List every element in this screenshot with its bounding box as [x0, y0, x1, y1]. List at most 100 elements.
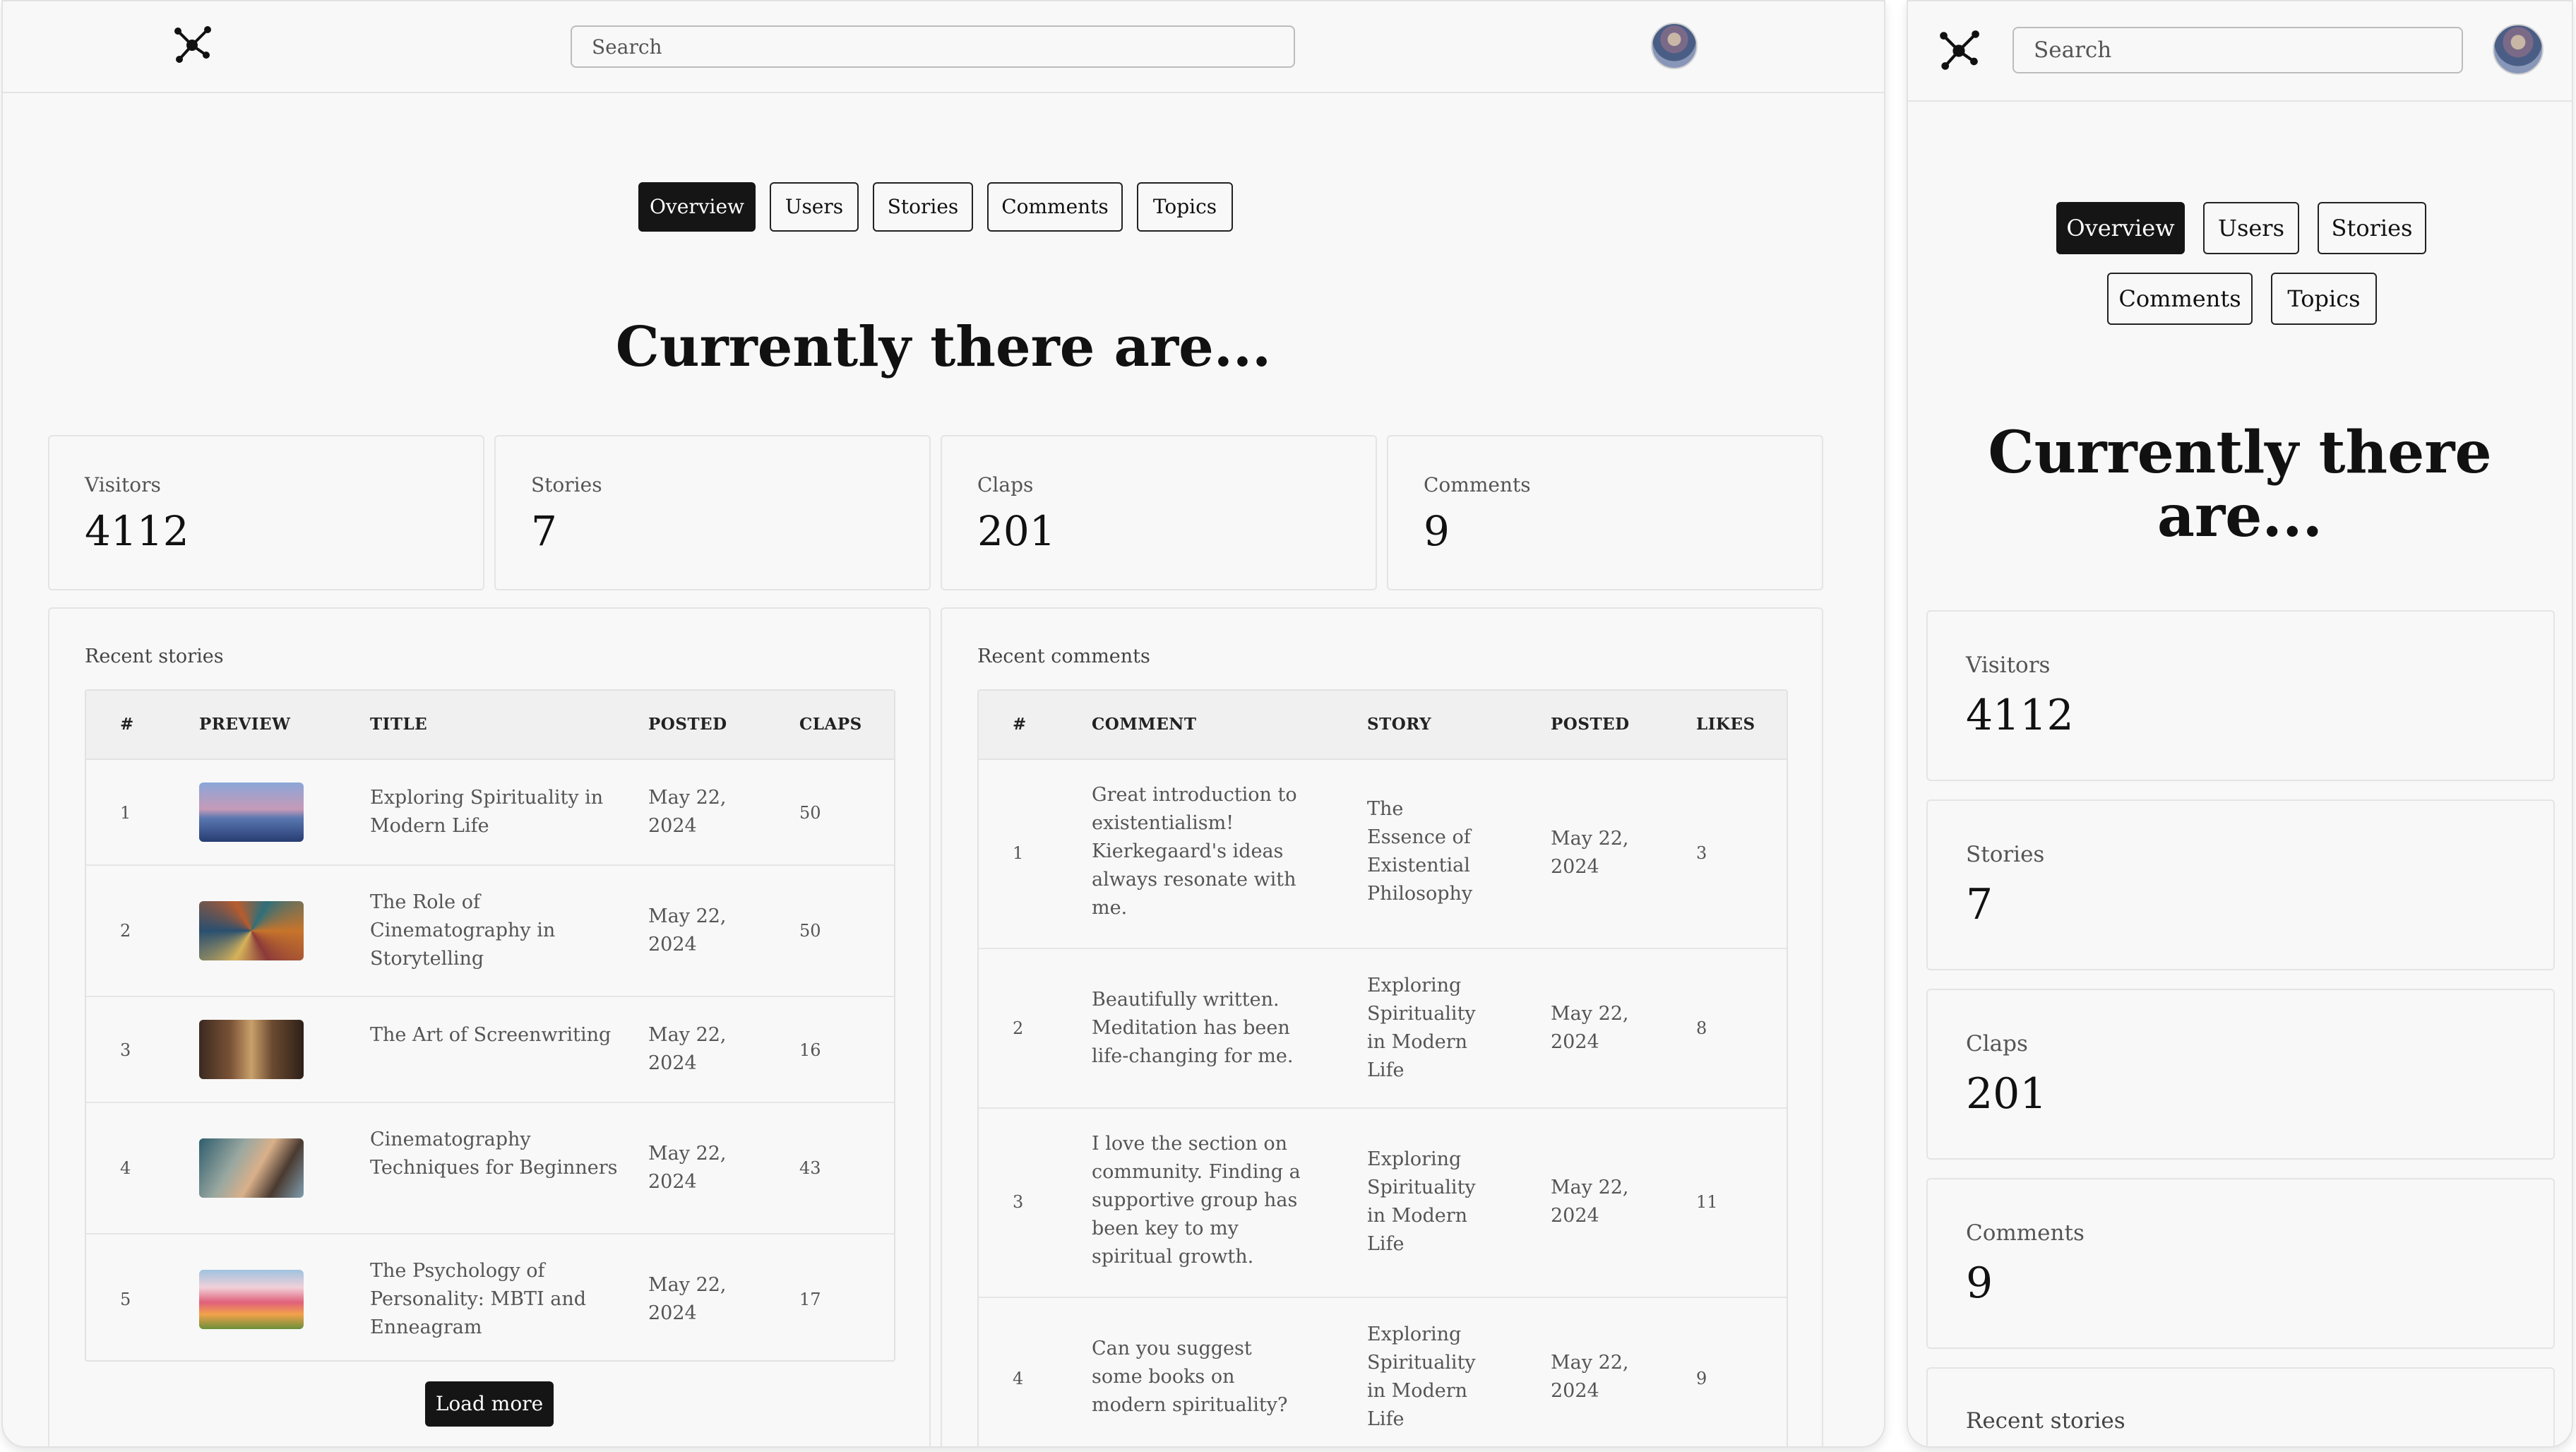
- tab-overview[interactable]: Overview: [638, 182, 756, 232]
- posted-date: May 22, 2024: [1551, 1003, 1629, 1053]
- row-number: 2: [1013, 1018, 1024, 1038]
- table-row[interactable]: 2 The Role of Cinematography in Storytel…: [86, 866, 894, 997]
- stat-card-comments: Comments 9: [1926, 1178, 2555, 1349]
- mobile-window: Overview Users Stories Comments Topics C…: [1907, 0, 2573, 1448]
- col-header: #: [120, 715, 134, 734]
- comment-text: Great introduction to existentialism! Ki…: [1092, 784, 1297, 919]
- table-row[interactable]: 4 Cinematography Techniques for Beginner…: [86, 1103, 894, 1234]
- stat-label: Visitors: [85, 473, 161, 496]
- stat-value: 4112: [1966, 691, 2074, 740]
- table-row[interactable]: 4 Can you suggest some books on modern s…: [979, 1298, 1787, 1446]
- col-header: CLAPS: [799, 715, 862, 734]
- posted-date: May 22, 2024: [1551, 828, 1629, 878]
- table-row[interactable]: 3 I love the section on community. Findi…: [979, 1109, 1787, 1298]
- tab-stories[interactable]: Stories: [2318, 202, 2426, 254]
- stat-label: Stories: [1966, 842, 2045, 867]
- stat-value: 7: [531, 507, 557, 555]
- stat-label: Visitors: [1966, 653, 2051, 678]
- story-link[interactable]: The Essence of Existential Philosophy: [1367, 795, 1487, 908]
- col-header: TITLE: [370, 715, 428, 734]
- tab-comments[interactable]: Comments: [2107, 273, 2253, 325]
- table-row[interactable]: 1 Great introduction to existentialism! …: [979, 760, 1787, 949]
- likes-count: 11: [1696, 1192, 1718, 1212]
- claps-count: 43: [799, 1158, 821, 1178]
- posted-date: May 22, 2024: [648, 1024, 727, 1074]
- avatar[interactable]: [2493, 24, 2544, 75]
- recent-stories-panel: Recent stories: [1926, 1367, 2555, 1446]
- stat-card-stories: Stories 7: [494, 435, 931, 590]
- posted-date: May 22, 2024: [1551, 1177, 1629, 1227]
- tab-topics[interactable]: Topics: [2271, 273, 2377, 325]
- page-title: Currently there are...: [615, 315, 1272, 379]
- stat-value: 201: [977, 507, 1056, 555]
- comment-text: Beautifully written. Meditation has been…: [1092, 989, 1294, 1067]
- story-title[interactable]: Cinematography Techniques for Beginners: [370, 1126, 624, 1182]
- tab-overview[interactable]: Overview: [2056, 202, 2185, 254]
- search-input[interactable]: [571, 25, 1295, 68]
- row-number: 2: [120, 921, 131, 941]
- avatar[interactable]: [1651, 23, 1698, 69]
- tab-users[interactable]: Users: [770, 182, 859, 232]
- row-number: 4: [1013, 1369, 1024, 1388]
- table-row[interactable]: 2 Beautifully written. Meditation has be…: [979, 949, 1787, 1109]
- stat-card-visitors: Visitors 4112: [48, 435, 484, 590]
- logo-icon[interactable]: [172, 25, 212, 65]
- story-link[interactable]: Exploring Spirituality in Modern Life: [1367, 972, 1487, 1085]
- col-header: COMMENT: [1092, 715, 1197, 734]
- top-header: [3, 1, 1884, 93]
- recent-stories-panel: Recent stories # PREVIEW TITLE POSTED CL…: [48, 607, 931, 1446]
- tab-stories[interactable]: Stories: [873, 182, 973, 232]
- posted-date: May 22, 2024: [1551, 1352, 1629, 1402]
- comments-table: # COMMENT STORY POSTED LIKES 1 Great int…: [977, 689, 1788, 1446]
- tab-comments[interactable]: Comments: [987, 182, 1123, 232]
- story-link[interactable]: Exploring Spirituality in Modern Life: [1367, 1145, 1487, 1258]
- stat-card-claps: Claps 201: [941, 435, 1377, 590]
- stat-card-claps: Claps 201: [1926, 989, 2555, 1160]
- stat-label: Claps: [1966, 1031, 2028, 1057]
- story-link[interactable]: Exploring Spirituality in Modern Life: [1367, 1321, 1487, 1434]
- stat-value: 9: [1424, 507, 1450, 555]
- story-title[interactable]: The Art of Screenwriting: [370, 1021, 624, 1049]
- story-title[interactable]: The Role of Cinematography in Storytelli…: [370, 888, 624, 973]
- top-header: [1908, 1, 2572, 102]
- panel-title: Recent stories: [85, 645, 224, 667]
- table-row[interactable]: 5 The Psychology of Personality: MBTI an…: [86, 1234, 894, 1363]
- row-number: 3: [120, 1040, 131, 1060]
- row-number: 1: [120, 803, 131, 823]
- stat-label: Stories: [531, 473, 602, 496]
- recent-comments-panel: Recent comments # COMMENT STORY POSTED L…: [941, 607, 1823, 1446]
- flower-field-image: [199, 1270, 304, 1329]
- stat-card-visitors: Visitors 4112: [1926, 610, 2555, 781]
- likes-count: 3: [1696, 843, 1707, 863]
- row-number: 1: [1013, 843, 1024, 863]
- col-header: POSTED: [1551, 715, 1630, 734]
- stat-label: Comments: [1424, 473, 1531, 496]
- story-title[interactable]: Exploring Spirituality in Modern Life: [370, 784, 624, 840]
- stories-table: # PREVIEW TITLE POSTED CLAPS 1 Exploring…: [85, 689, 895, 1362]
- col-header: PREVIEW: [199, 715, 291, 734]
- table-row[interactable]: 3 The Art of Screenwriting May 22, 2024 …: [86, 997, 894, 1103]
- posted-date: May 22, 2024: [648, 905, 727, 956]
- load-more-button[interactable]: Load more: [425, 1381, 554, 1427]
- claps-count: 50: [799, 921, 821, 941]
- stat-label: Claps: [977, 473, 1034, 496]
- stat-label: Comments: [1966, 1220, 2085, 1246]
- posted-date: May 22, 2024: [648, 1274, 727, 1324]
- table-header: # PREVIEW TITLE POSTED CLAPS: [86, 691, 894, 760]
- row-number: 3: [1013, 1192, 1024, 1212]
- col-header: POSTED: [648, 715, 727, 734]
- claps-count: 50: [799, 803, 821, 823]
- claps-count: 16: [799, 1040, 821, 1060]
- story-title[interactable]: The Psychology of Personality: MBTI and …: [370, 1257, 624, 1342]
- posted-date: May 22, 2024: [648, 787, 727, 837]
- col-header: LIKES: [1696, 715, 1755, 734]
- search-input[interactable]: [2012, 27, 2463, 73]
- tab-users[interactable]: Users: [2203, 202, 2299, 254]
- posted-date: May 22, 2024: [648, 1143, 727, 1193]
- page-title-line: are...: [2157, 482, 2323, 550]
- tab-topics[interactable]: Topics: [1137, 182, 1233, 232]
- table-row[interactable]: 1 Exploring Spirituality in Modern Life …: [86, 760, 894, 866]
- col-header: STORY: [1367, 715, 1432, 734]
- logo-icon[interactable]: [1938, 30, 1980, 72]
- camera-person-image: [199, 1138, 304, 1198]
